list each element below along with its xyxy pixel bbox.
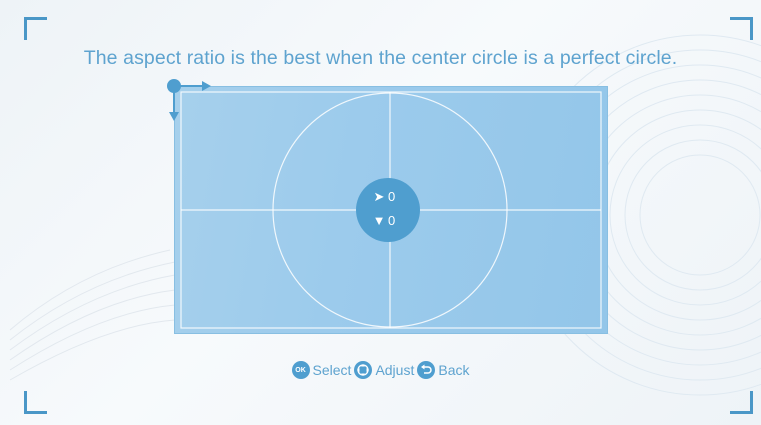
horizontal-offset: ➤ 0 bbox=[372, 189, 396, 204]
back-hint[interactable]: Back bbox=[417, 361, 469, 379]
select-hint[interactable]: OK Select bbox=[291, 361, 352, 379]
corner-marker-bottom-right bbox=[730, 391, 753, 414]
select-label: Select bbox=[312, 362, 352, 378]
ok-button-icon: OK bbox=[291, 361, 310, 379]
arrow-right-icon: ➤ bbox=[373, 189, 385, 204]
arrow-down-icon: ▼ bbox=[372, 213, 386, 228]
corner-marker-bottom-left bbox=[24, 391, 47, 414]
corner-adjust-handle[interactable] bbox=[164, 76, 214, 124]
vertical-offset: ▼ 0 bbox=[372, 213, 396, 228]
center-offset-readout: ➤ 0 ▼ 0 bbox=[350, 178, 430, 242]
corner-marker-top-right bbox=[730, 17, 753, 40]
center-badge-background bbox=[356, 178, 420, 242]
vertical-offset-value: 0 bbox=[388, 213, 396, 228]
back-label: Back bbox=[438, 362, 470, 378]
adjust-hint[interactable]: Adjust bbox=[354, 361, 414, 379]
dpad-icon bbox=[354, 361, 373, 379]
instruction-text: The aspect ratio is the best when the ce… bbox=[83, 47, 678, 69]
button-hints: OK Select Adjust Back bbox=[0, 361, 761, 379]
horizontal-offset-value: 0 bbox=[388, 189, 396, 204]
corner-marker-top-left bbox=[24, 17, 47, 40]
adjust-label: Adjust bbox=[375, 362, 415, 378]
back-icon bbox=[417, 361, 436, 379]
